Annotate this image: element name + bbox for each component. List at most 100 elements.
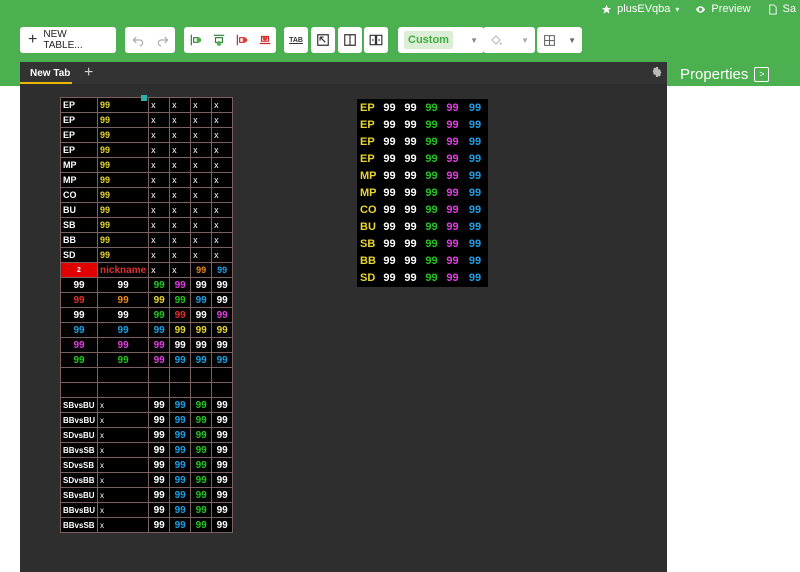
empty-cell[interactable]	[211, 382, 234, 398]
table-cell[interactable]: 99	[190, 262, 213, 278]
position-cell[interactable]: CO	[59, 187, 99, 203]
table-cell[interactable]: x	[211, 157, 234, 173]
table-cell[interactable]: x	[190, 157, 213, 173]
style-select[interactable]: Custom ▼	[398, 27, 484, 53]
matchup-label[interactable]: BBvsBU	[59, 502, 99, 518]
empty-cell[interactable]	[190, 367, 213, 383]
stat-cell[interactable]: 99	[59, 277, 99, 293]
properties-toggle-button[interactable]: >	[754, 66, 770, 82]
undo-button[interactable]	[131, 29, 145, 51]
stat-cell[interactable]: 99	[441, 116, 464, 134]
stat-cell[interactable]: 99	[399, 116, 422, 134]
stat-cell[interactable]: 99	[211, 427, 234, 443]
stat-cell[interactable]: 99	[399, 99, 422, 117]
position-stats-table[interactable]: EP 99 99 99 99 99 EP 99 99 99 99 99 EP 99 99 99 99 99 EP 99…	[357, 99, 488, 287]
table-cell[interactable]: x	[211, 232, 234, 248]
stat-cell[interactable]: 99	[97, 277, 150, 293]
value-cell[interactable]: 99	[97, 217, 150, 233]
stat-cell[interactable]: 99	[148, 307, 171, 323]
matchup-label[interactable]: BBvsSB	[59, 442, 99, 458]
stat-cell[interactable]: 99	[462, 167, 488, 185]
position-cell[interactable]: MP	[357, 167, 380, 185]
stat-cell[interactable]: 99	[378, 269, 401, 287]
stat-cell[interactable]: 99	[441, 133, 464, 151]
stat-cell[interactable]: 99	[399, 269, 422, 287]
table-cell[interactable]: x	[190, 142, 213, 158]
stat-cell[interactable]: 99	[148, 457, 171, 473]
table-cell[interactable]: x	[169, 97, 192, 113]
stat-cell[interactable]: 99	[59, 307, 99, 323]
stat-cell[interactable]: 99	[462, 184, 488, 202]
fill-color-select[interactable]: ▼	[483, 27, 535, 53]
stat-cell[interactable]: 99	[420, 184, 443, 202]
stat-cell[interactable]: 99	[190, 472, 213, 488]
table-cell[interactable]: x	[169, 187, 192, 203]
position-cell[interactable]: BU	[357, 218, 380, 236]
table-cell[interactable]: x	[97, 502, 150, 518]
player-badge[interactable]: 2	[59, 262, 99, 278]
table-cell[interactable]: x	[97, 427, 150, 443]
merge-cells-button[interactable]	[364, 27, 388, 53]
stat-cell[interactable]: 99	[420, 252, 443, 270]
table-cell[interactable]: x	[211, 112, 234, 128]
table-cell[interactable]: x	[148, 97, 171, 113]
delete-column-button[interactable]	[235, 29, 249, 51]
table-cell[interactable]: x	[169, 142, 192, 158]
table-cell[interactable]: x	[169, 262, 192, 278]
position-cell[interactable]: MP	[59, 172, 99, 188]
value-cell[interactable]: 99	[97, 232, 150, 248]
stat-cell[interactable]: 99	[97, 322, 150, 338]
position-cell[interactable]: BB	[357, 252, 380, 270]
stat-cell[interactable]: 99	[211, 352, 234, 368]
table-cell[interactable]: x	[148, 232, 171, 248]
empty-cell[interactable]	[97, 382, 150, 398]
stat-cell[interactable]: 99	[169, 337, 192, 353]
table-cell[interactable]: x	[97, 442, 150, 458]
table-cell[interactable]: x	[190, 97, 213, 113]
stat-cell[interactable]: 99	[211, 502, 234, 518]
stat-cell[interactable]: 99	[169, 517, 192, 533]
stat-cell[interactable]: 99	[211, 307, 234, 323]
stat-cell[interactable]: 99	[211, 322, 234, 338]
selection-handle[interactable]	[141, 95, 147, 101]
stat-cell[interactable]: 99	[211, 397, 234, 413]
border-select[interactable]: ▼	[537, 27, 582, 53]
stat-cell[interactable]: 99	[399, 133, 422, 151]
table-cell[interactable]: 99	[211, 262, 234, 278]
empty-cell[interactable]	[97, 367, 150, 383]
stat-cell[interactable]: 99	[420, 133, 443, 151]
table-cell[interactable]: x	[211, 142, 234, 158]
value-cell[interactable]: 99	[97, 247, 150, 263]
stat-cell[interactable]: 99	[211, 412, 234, 428]
stat-cell[interactable]: 99	[148, 397, 171, 413]
stat-cell[interactable]: 99	[211, 292, 234, 308]
table-cell[interactable]: x	[190, 187, 213, 203]
stat-cell[interactable]: 99	[169, 442, 192, 458]
stat-cell[interactable]: 99	[399, 201, 422, 219]
nickname-cell[interactable]: nickname	[97, 262, 150, 278]
table-cell[interactable]: x	[169, 112, 192, 128]
stat-cell[interactable]: 99	[190, 292, 213, 308]
stat-cell[interactable]: 99	[190, 442, 213, 458]
stat-cell[interactable]: 99	[97, 307, 150, 323]
stat-cell[interactable]: 99	[378, 235, 401, 253]
stat-cell[interactable]: 99	[190, 427, 213, 443]
stat-cell[interactable]: 99	[190, 322, 213, 338]
stat-cell[interactable]: 99	[190, 412, 213, 428]
stat-cell[interactable]: 99	[211, 517, 234, 533]
stat-cell[interactable]: 99	[441, 99, 464, 117]
new-table-button[interactable]: + NEW TABLE...	[20, 27, 116, 53]
table-cell[interactable]: x	[148, 157, 171, 173]
stat-cell[interactable]: 99	[462, 150, 488, 168]
empty-cell[interactable]	[169, 367, 192, 383]
table-cell[interactable]: x	[148, 172, 171, 188]
stat-cell[interactable]: 99	[59, 337, 99, 353]
table-cell[interactable]: x	[190, 112, 213, 128]
stat-cell[interactable]: 99	[462, 252, 488, 270]
table-cell[interactable]: x	[169, 127, 192, 143]
stat-cell[interactable]: 99	[378, 252, 401, 270]
stat-cell[interactable]: 99	[148, 487, 171, 503]
insert-column-button[interactable]	[189, 29, 203, 51]
stat-cell[interactable]: 99	[59, 292, 99, 308]
table-cell[interactable]: x	[148, 217, 171, 233]
